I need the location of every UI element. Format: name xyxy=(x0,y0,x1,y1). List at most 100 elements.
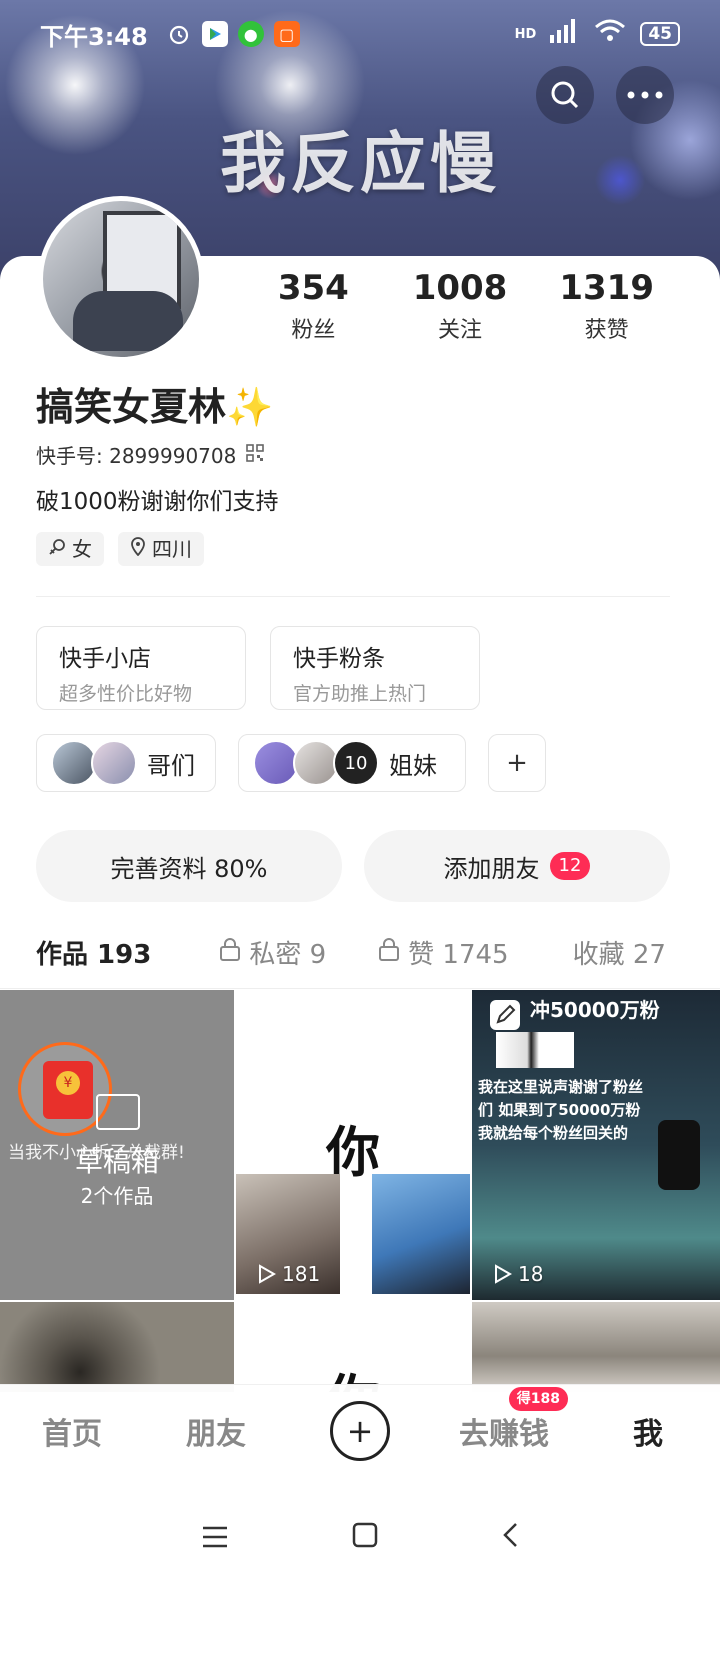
gender-label: 女 xyxy=(72,537,92,561)
tab-likes[interactable]: 赞 1745 xyxy=(378,934,509,971)
service-shop[interactable]: 快手小店 超多性价比好物 xyxy=(36,626,246,710)
menu-icon[interactable] xyxy=(202,1521,228,1556)
female-icon xyxy=(48,532,66,566)
service-title: 快手小店 xyxy=(59,646,151,672)
profile-name: 搞笑女夏林✨ xyxy=(36,376,273,431)
group-brothers[interactable]: 哥们 xyxy=(36,734,216,792)
qr-code-icon[interactable] xyxy=(246,443,265,467)
video-cell[interactable]: 你 xyxy=(236,1302,470,1392)
signal-icon xyxy=(550,19,580,49)
plus-icon: + xyxy=(506,748,528,778)
profile-tags: 女 四川 xyxy=(36,532,204,566)
lock-icon xyxy=(219,937,241,968)
video-thumbnail xyxy=(372,1174,470,1294)
location-tag: 四川 xyxy=(118,532,204,566)
group-sisters[interactable]: 10 姐妹 xyxy=(238,734,466,792)
video-cell[interactable]: 冲50000万粉 我在这里说声谢谢了粉丝们 如果到了50000万粉我就给每个粉丝… xyxy=(472,990,720,1300)
more-icon xyxy=(627,91,663,99)
profile-bio: 破1000粉谢谢你们支持 xyxy=(36,489,279,515)
hd-label: HD xyxy=(514,26,537,42)
nav-earn[interactable]: 去赚钱 得188 xyxy=(432,1387,576,1453)
service-subtitle: 超多性价比好物 xyxy=(59,683,193,705)
video-cell[interactable] xyxy=(0,1302,234,1392)
sparkles-emoji: ✨ xyxy=(226,385,274,429)
stat-value: 1319 xyxy=(559,268,654,308)
stat-label: 关注 xyxy=(438,318,483,343)
video-cell[interactable] xyxy=(472,1302,720,1392)
complete-profile-button[interactable]: 完善资料 80% xyxy=(36,830,342,902)
tab-favorites[interactable]: 收藏 27 xyxy=(573,934,666,971)
content-tabs: 作品 193 私密 9 赞 1745 收藏 27 xyxy=(36,934,720,995)
drafts-cell[interactable]: ¥ 当我不小心拆了总裁群! 草稿箱 2个作品 xyxy=(0,990,234,1300)
location-pin-icon xyxy=(130,532,146,566)
group-avatar-count: 10 xyxy=(333,740,379,786)
wifi-icon xyxy=(594,19,626,49)
drafts-title: 草稿箱 xyxy=(74,1145,159,1178)
play-store-icon xyxy=(201,21,228,47)
stat-followers[interactable]: 354 粉丝 xyxy=(240,268,387,344)
add-friend-badge: 12 xyxy=(549,852,591,880)
add-group-button[interactable]: + xyxy=(488,734,546,792)
service-title: 快手粉条 xyxy=(293,646,385,672)
home-square-icon[interactable] xyxy=(352,1521,378,1556)
lock-icon xyxy=(378,937,400,968)
play-icon xyxy=(495,1264,512,1284)
tab-works[interactable]: 作品 193 xyxy=(36,934,152,995)
add-friend-button[interactable]: 添加朋友 12 xyxy=(364,830,670,902)
location-label: 四川 xyxy=(152,537,192,561)
complete-profile-label: 完善资料 80% xyxy=(110,854,268,883)
earn-badge: 得188 xyxy=(508,1387,568,1411)
video-cell[interactable]: 你 181 xyxy=(236,990,470,1300)
banner-title: 我反应慢 xyxy=(220,125,500,202)
tab-label: 作品 193 xyxy=(36,940,152,970)
stat-likes[interactable]: 1319 获赞 xyxy=(533,268,680,344)
play-count-value: 181 xyxy=(282,1262,321,1286)
service-subtitle: 官方助推上热门 xyxy=(293,683,427,705)
video-title: 冲50000万粉 xyxy=(530,998,660,1022)
drafts-count: 2个作品 xyxy=(80,1184,154,1208)
folder-icon xyxy=(96,1094,140,1130)
tab-label: 收藏 27 xyxy=(572,940,666,970)
tab-label: 赞 1745 xyxy=(408,940,509,970)
user-id-text: 快手号: 2899990708 xyxy=(36,444,237,468)
tab-divider xyxy=(0,988,720,989)
nav-friends[interactable]: 朋友 xyxy=(144,1409,288,1453)
group-label: 姐妹 xyxy=(389,751,437,780)
play-icon xyxy=(259,1264,276,1284)
profile-name-text: 搞笑女夏林 xyxy=(36,385,227,429)
nav-home[interactable]: 首页 xyxy=(0,1409,144,1453)
nav-create[interactable]: + xyxy=(288,1401,432,1461)
more-button[interactable] xyxy=(616,66,674,124)
sticker-image xyxy=(658,1120,700,1190)
anime-eyes-image xyxy=(496,1032,574,1068)
service-promote[interactable]: 快手粉条 官方助推上热门 xyxy=(270,626,480,710)
avatar[interactable] xyxy=(38,196,204,362)
red-packet-icon: ¥ xyxy=(43,1061,93,1119)
group-label: 哥们 xyxy=(147,751,195,780)
stat-label: 获赞 xyxy=(584,318,629,343)
play-count: 18 xyxy=(494,1262,543,1286)
back-icon[interactable] xyxy=(502,1521,518,1556)
play-count-value: 18 xyxy=(518,1262,544,1286)
bottom-nav: 首页 朋友 + 去赚钱 得188 我 xyxy=(0,1384,720,1477)
tab-private[interactable]: 私密 9 xyxy=(219,934,326,971)
stat-following[interactable]: 1008 关注 xyxy=(387,268,534,344)
wechat-icon: ● xyxy=(237,21,264,47)
profile-stats: 354 粉丝 1008 关注 1319 获赞 xyxy=(240,268,680,344)
nav-me[interactable]: 我 xyxy=(576,1409,720,1453)
status-time: 下午3:48 xyxy=(40,22,148,51)
stat-value: 354 xyxy=(277,268,349,308)
add-icon: + xyxy=(330,1401,390,1461)
add-friend-label: 添加朋友 xyxy=(443,854,540,883)
search-button[interactable] xyxy=(536,66,594,124)
user-id[interactable]: 快手号: 2899990708 xyxy=(36,440,265,469)
shopping-icon: ▢ xyxy=(273,21,300,47)
alarm-icon xyxy=(166,21,192,47)
status-bar: 下午3:48 ● ▢ HD 45 xyxy=(40,14,680,54)
play-count: 181 xyxy=(258,1262,320,1286)
search-icon xyxy=(551,81,579,109)
system-nav-bar xyxy=(0,1476,720,1600)
stat-value: 1008 xyxy=(412,268,508,308)
group-avatar xyxy=(91,740,137,786)
stat-label: 粉丝 xyxy=(291,318,336,343)
